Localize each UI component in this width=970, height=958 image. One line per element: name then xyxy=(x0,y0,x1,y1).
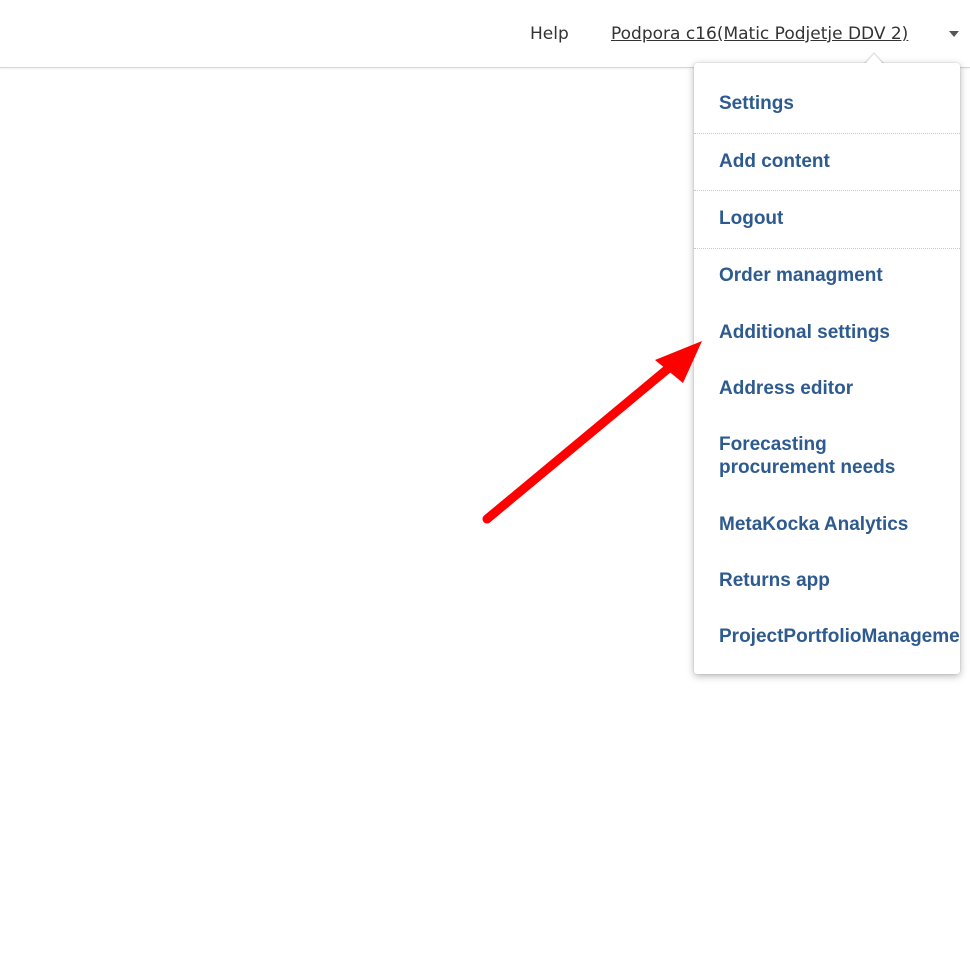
annotation-arrow-shaft xyxy=(482,362,675,524)
annotation-arrow xyxy=(482,341,702,524)
